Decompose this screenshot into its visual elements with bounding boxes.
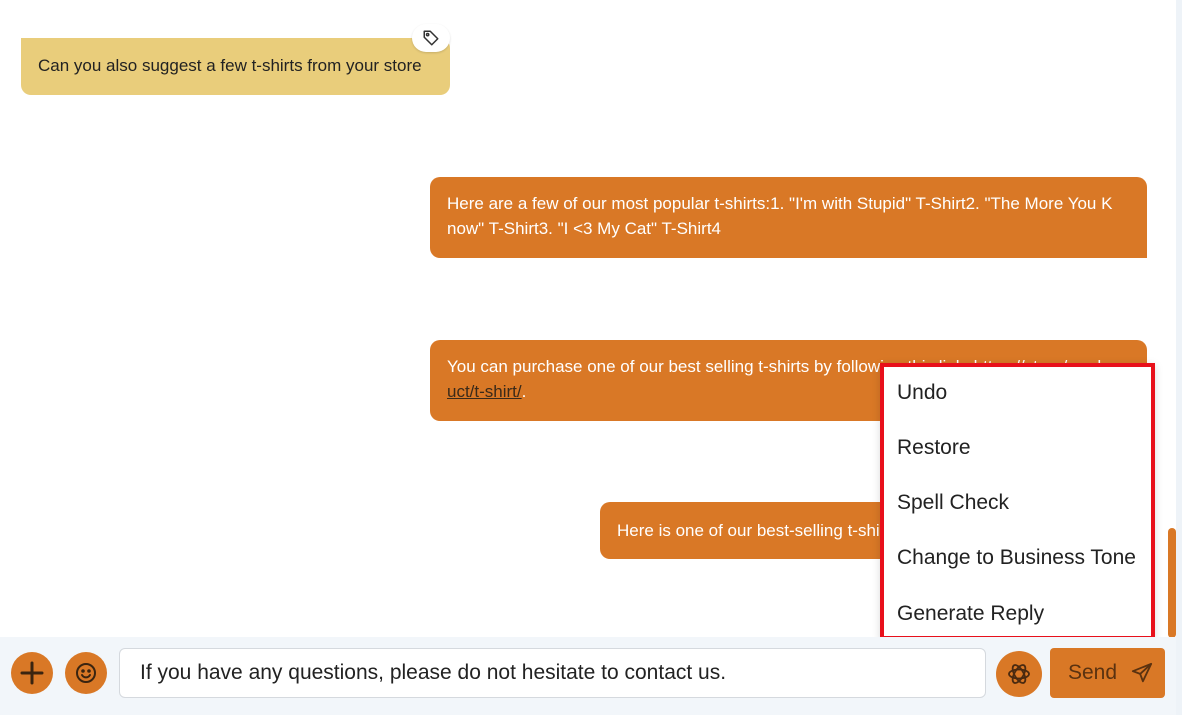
menu-item-restore[interactable]: Restore (897, 435, 971, 461)
window-edge (1176, 0, 1182, 715)
product-link[interactable]: uct/t-shirt/ (447, 382, 522, 401)
smiley-icon (76, 663, 96, 683)
tag-button[interactable] (412, 24, 450, 52)
context-menu: Undo Restore Spell Check Change to Busin… (880, 363, 1155, 640)
emoji-button[interactable] (65, 652, 107, 694)
menu-item-business-tone[interactable]: Change to Business Tone (897, 545, 1136, 571)
outgoing-message-text: Here are a few of our most popular t-shi… (447, 194, 1113, 238)
outgoing-message-text: Here is one of our best-selling t-shirts (617, 521, 899, 540)
menu-item-spell-check[interactable]: Spell Check (897, 490, 1009, 516)
incoming-message-text: Can you also suggest a few t-shirts from… (38, 56, 422, 75)
paper-plane-icon (1131, 662, 1153, 683)
menu-item-generate-reply[interactable]: Generate Reply (897, 601, 1044, 627)
tag-icon (423, 30, 439, 46)
scrollbar-thumb[interactable] (1168, 528, 1176, 638)
incoming-message: Can you also suggest a few t-shirts from… (21, 38, 450, 95)
menu-item-undo[interactable]: Undo (897, 380, 947, 406)
send-button-label: Send (1068, 661, 1118, 684)
add-attachment-button[interactable] (11, 652, 53, 694)
message-input[interactable] (119, 648, 986, 698)
outgoing-message-end: . (521, 382, 527, 401)
openai-icon (1008, 664, 1030, 684)
outgoing-message: Here are a few of our most popular t-shi… (430, 177, 1147, 258)
plus-icon (20, 661, 44, 685)
send-button[interactable]: Send (1050, 648, 1165, 698)
ai-assist-button[interactable] (996, 651, 1042, 697)
